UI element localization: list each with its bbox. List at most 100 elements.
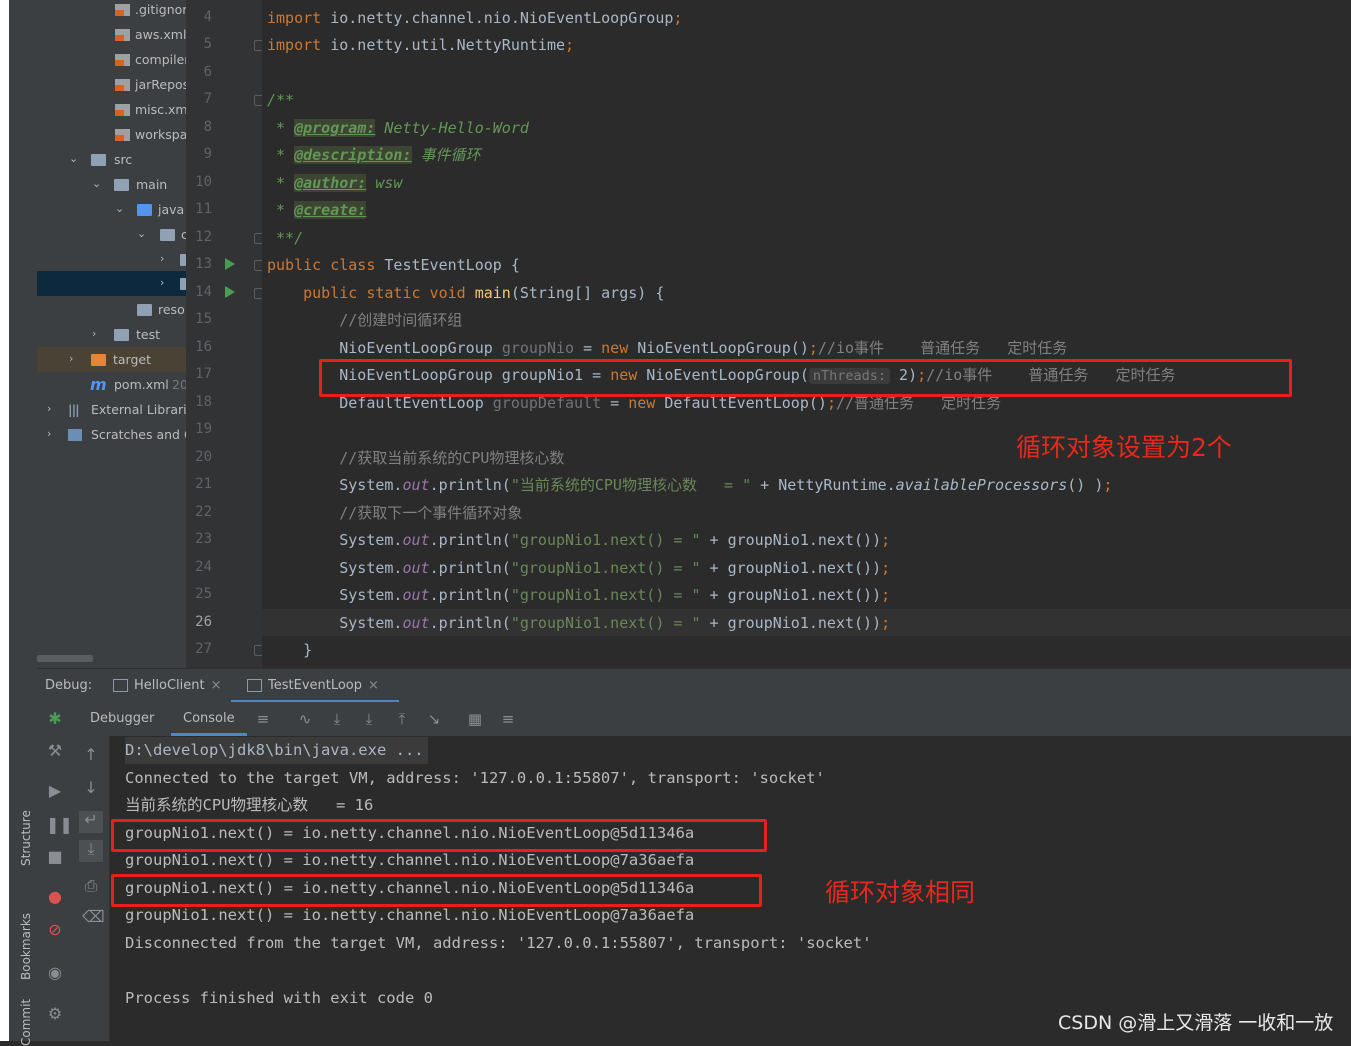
view-breakpoints-icon[interactable]: ● (46, 888, 64, 906)
tree-item-label: compiler (135, 52, 186, 67)
line-number: 19 (195, 421, 212, 437)
tree-item-label: pom.xml (114, 377, 169, 392)
trash-icon[interactable]: ⌫ (82, 908, 105, 926)
code-line: } (267, 641, 313, 659)
run-icon[interactable] (225, 258, 235, 270)
code-line: System.out.println("groupNio1.next() = "… (339, 559, 891, 577)
tab-console[interactable]: Console (171, 702, 247, 736)
stop-icon[interactable]: ■ (46, 848, 64, 866)
side-tool-window-strip: Structure Bookmarks Commit (9, 668, 37, 1046)
code-line: import io.netty.channel.nio.NioEventLoop… (267, 9, 683, 27)
console-actions-column: ↑ ↓ ↵ ⤓ ⎙ ⌫ (73, 736, 110, 1041)
tree-item[interactable]: › test (37, 322, 186, 347)
chevron-right-icon[interactable]: › (47, 428, 57, 439)
trace-icon[interactable]: ≡ (500, 712, 516, 727)
structure-tab[interactable]: Structure (19, 810, 33, 866)
scroll-to-end-icon[interactable]: ⤓ (79, 840, 103, 862)
up-arrow-icon[interactable]: ↑ (82, 746, 100, 764)
line-number: 23 (195, 531, 212, 547)
line-number: 15 (195, 311, 212, 327)
tree-item[interactable]: m pom.xml 20 (37, 372, 186, 397)
chevron-right-icon[interactable]: › (92, 328, 102, 339)
chevron-down-icon[interactable]: ⌄ (92, 178, 102, 189)
maven-icon: m (90, 375, 107, 394)
step-into-icon[interactable]: ⤓ (361, 712, 377, 727)
tree-item[interactable]: › target (37, 347, 186, 372)
tab-testeventloop[interactable]: TestEventLoop × (231, 669, 399, 703)
tree-item[interactable]: ⌄ src (37, 147, 186, 172)
folder-icon (114, 329, 129, 341)
debug-actions-column: ✱ ⚒ ▶ ❚❚ ■ ● ⊘ ◉ ⚙ (37, 702, 73, 1041)
chevron-right-icon[interactable]: › (69, 353, 79, 364)
step-over-icon[interactable]: ⤓ (329, 712, 345, 727)
chevron-right-icon[interactable]: › (47, 403, 57, 414)
tree-item-label: aws.xml (135, 27, 186, 42)
folder-icon (114, 179, 129, 191)
tree-item[interactable]: ⌄ c (37, 222, 186, 247)
library-icon: ||| (68, 402, 80, 417)
chevron-down-icon[interactable]: ⌄ (69, 153, 79, 164)
scratches-icon (68, 429, 82, 441)
bug-icon[interactable]: ✱ (46, 710, 64, 728)
tree-item[interactable]: reso (37, 297, 186, 322)
resume-icon[interactable]: ▶ (46, 782, 64, 800)
soft-wrap-icon[interactable]: ↵ (79, 811, 103, 833)
xml-file-icon (115, 29, 130, 41)
line-number: 9 (203, 146, 212, 162)
menu-icon[interactable]: ≡ (255, 712, 271, 727)
gitignore-file-icon (115, 4, 130, 16)
tree-item[interactable]: ⌄ main (37, 172, 186, 197)
mute-breakpoints-icon[interactable]: ⊘ (46, 921, 64, 939)
tree-item[interactable]: › Scratches and C (37, 422, 186, 447)
tree-item[interactable]: misc.xml (37, 97, 186, 122)
tab-debugger[interactable]: Debugger (90, 702, 154, 736)
highlight-box (111, 874, 762, 907)
code-line: public class TestEventLoop { (267, 256, 520, 274)
tree-item[interactable]: › ||| External Librarie (37, 397, 186, 422)
evaluate-icon[interactable]: ▦ (467, 712, 483, 727)
line-number: 17 (195, 366, 212, 382)
bookmarks-tab[interactable]: Bookmarks (19, 913, 33, 980)
tree-item[interactable]: workspa (37, 122, 186, 147)
chevron-right-icon[interactable]: › (160, 253, 170, 264)
code-line: * @author: wsw (267, 174, 403, 192)
print-icon[interactable]: ⎙ (82, 877, 100, 895)
line-number: 20 (195, 449, 212, 465)
show-execution-point-icon[interactable]: ∿ (297, 712, 313, 727)
down-arrow-icon[interactable]: ↓ (82, 779, 100, 797)
line-number: 22 (195, 504, 212, 520)
tab-helloclient[interactable]: HelloClient × (113, 669, 222, 703)
close-icon[interactable]: × (368, 678, 379, 693)
run-to-cursor-icon[interactable]: ↘ (426, 712, 442, 727)
tree-horizontal-scrollbar[interactable] (37, 655, 93, 662)
tree-item[interactable]: .gitignor (37, 0, 186, 22)
tree-item-selected[interactable]: › (37, 271, 186, 296)
chevron-down-icon[interactable]: ⌄ (115, 203, 125, 214)
tree-item-label: Scratches and C (91, 427, 186, 442)
line-number-current: 26 (195, 614, 212, 630)
highlight-box (319, 359, 1292, 397)
annotation-text: 循环对象相同 (825, 878, 976, 907)
close-icon[interactable]: × (211, 678, 222, 693)
tab-label: TestEventLoop (268, 678, 363, 693)
package-icon (160, 229, 175, 241)
line-number: 6 (203, 64, 212, 80)
tree-item[interactable]: jarRepos (37, 72, 186, 97)
chevron-right-icon[interactable]: › (160, 277, 170, 288)
commit-tab[interactable]: Commit (19, 999, 33, 1046)
chevron-down-icon[interactable]: ⌄ (137, 228, 147, 239)
step-out-icon[interactable]: ⤒ (394, 712, 410, 727)
tree-item[interactable]: › (37, 247, 186, 272)
debug-label: Debug: (45, 678, 93, 693)
tree-item[interactable]: ⌄ java (37, 197, 186, 222)
run-icon[interactable] (225, 286, 235, 298)
code-line: System.out.println("当前系统的CPU物理核心数 = " + … (339, 476, 1113, 494)
tree-item[interactable]: compiler (37, 47, 186, 72)
settings-wrench-icon[interactable]: ⚒ (46, 742, 64, 760)
code-line: * @create: (267, 201, 367, 219)
pause-icon[interactable]: ❚❚ (46, 816, 73, 834)
camera-icon[interactable]: ◉ (46, 964, 64, 982)
console-line: 当前系统的CPU物理核心数 = 16 (125, 796, 374, 814)
gear-icon[interactable]: ⚙ (46, 1005, 64, 1023)
tree-item[interactable]: aws.xml (37, 22, 186, 47)
